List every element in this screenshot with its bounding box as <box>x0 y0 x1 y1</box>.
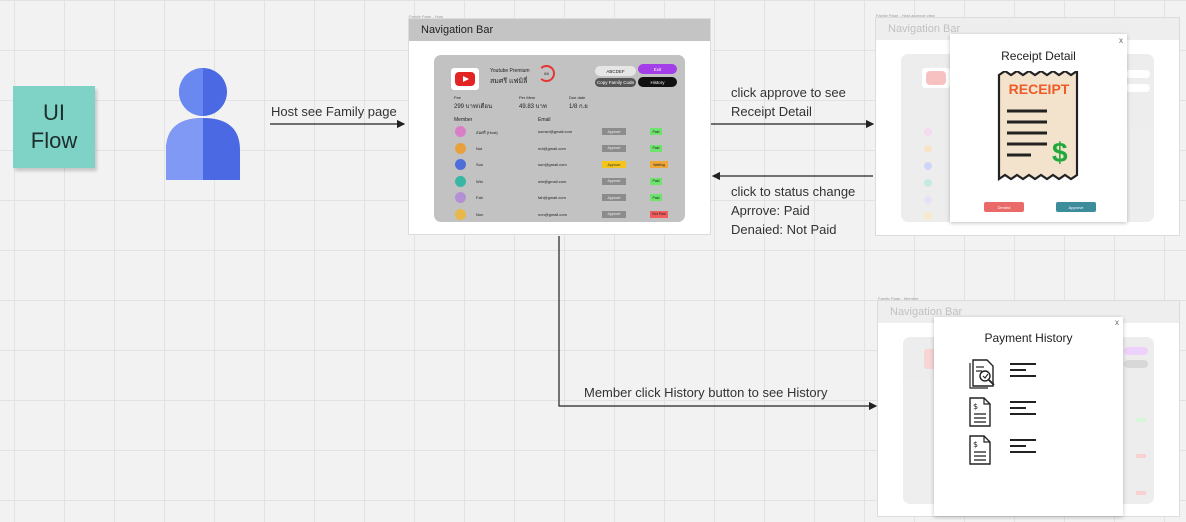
invoice-dollar-icon: $ <box>969 397 991 427</box>
invoice-dollar-icon: $ <box>969 435 991 465</box>
svg-text:$: $ <box>973 440 978 449</box>
member-count-ring: 6/6 <box>538 65 555 82</box>
status-badge[interactable]: Paid <box>650 128 662 135</box>
text-lines-icon <box>1010 363 1036 377</box>
modal-title: Payment History <box>984 331 1073 345</box>
member-row: Sun sun@gmail.com Approve Waiting <box>434 159 685 171</box>
approve-button[interactable]: Approve <box>1056 202 1096 212</box>
fee-label: Fee <box>454 95 461 100</box>
member-email: nut@gmail.com <box>538 145 566 151</box>
text-lines-icon <box>1010 401 1036 415</box>
history-button[interactable]: History <box>638 77 677 87</box>
approve-button[interactable]: Approve <box>602 144 626 152</box>
copy-family-code-button[interactable]: Copy Family Code <box>595 78 636 87</box>
due-date-value: 1/8 ก.ย <box>569 104 588 110</box>
member-name: Nut <box>476 145 483 151</box>
member-name: Fah <box>476 195 483 200</box>
nav-title: Navigation Bar <box>421 24 494 36</box>
close-icon[interactable]: x <box>1115 318 1119 327</box>
plan-name: สมศรี แฟมิลี่ <box>490 78 528 85</box>
member-row: Non non@gmail.com Approve Not Paid <box>434 208 685 221</box>
status-badge[interactable]: Paid <box>650 144 662 152</box>
status-flow-label: click to status change Aprrove: Paid Den… <box>731 184 856 237</box>
svg-text:$: $ <box>973 402 978 411</box>
close-icon[interactable]: x <box>1119 36 1123 45</box>
host-flow-label: Host see Family page <box>271 104 397 119</box>
member-header: Member <box>454 117 473 123</box>
avatar <box>455 208 466 220</box>
approve-flow-label: click approve to see Receipt Detail <box>731 85 846 119</box>
history-page-frame: Navigation Bar x Payment History $ $ <box>878 301 1179 516</box>
fee-value: 299 บาท/เดือน <box>454 104 493 110</box>
status-badge[interactable]: Waiting <box>650 161 668 168</box>
nav-bar: Navigation Bar <box>409 19 710 41</box>
dollar-icon: $ <box>1052 137 1068 168</box>
member-email: somsri@gmail.com <box>538 129 573 134</box>
denied-button[interactable]: Denied <box>984 202 1024 212</box>
per-member-label: Per Mem <box>519 95 536 100</box>
arrow-family-to-history <box>558 236 878 411</box>
exit-button[interactable]: Exit <box>638 64 677 74</box>
avatar <box>455 159 466 170</box>
status-badge[interactable]: Paid <box>650 194 662 201</box>
avatar <box>455 126 466 137</box>
due-date-label: Due date <box>569 95 586 100</box>
member-name: Sun <box>476 162 484 167</box>
modal-title: Receipt Detail <box>1001 49 1076 63</box>
avatar <box>455 175 466 187</box>
email-header: Email <box>538 117 551 123</box>
member-row: Nut nut@gmail.com Approve Paid <box>434 142 685 155</box>
approve-button[interactable]: Approve <box>602 194 626 201</box>
plan-label: Youtube Premium <box>490 68 530 74</box>
member-email: fah@gmail.com <box>538 195 566 200</box>
text-lines-icon <box>1010 439 1036 453</box>
avatar <box>455 192 466 203</box>
member-name: Win <box>476 178 483 184</box>
family-page-frame: Navigation Bar Youtube Premium สมศรี แฟม… <box>409 19 710 234</box>
payment-history-modal: x Payment History $ $ <box>934 317 1123 516</box>
approve-button[interactable]: Approve <box>602 161 626 168</box>
document-search-icon <box>969 359 995 389</box>
member-name: Non <box>476 211 484 217</box>
member-row: Win win@gmail.com Approve Paid <box>434 175 685 188</box>
member-email: sun@gmail.com <box>538 162 567 167</box>
approve-button[interactable]: Approve <box>602 210 626 218</box>
member-name: สมศรี (Host) <box>476 130 498 135</box>
approve-button[interactable]: Approve <box>602 177 626 185</box>
member-email: win@gmail.com <box>538 178 567 184</box>
receipt-page-frame: Navigation Bar x Receipt Detail RECEIPT … <box>876 18 1179 235</box>
avatar <box>455 142 466 154</box>
approve-button[interactable]: Approve <box>602 128 626 135</box>
youtube-logo-icon <box>451 68 479 90</box>
member-row: Fah fah@gmail.com Approve Paid <box>434 192 685 204</box>
status-badge[interactable]: Not Paid <box>650 210 668 218</box>
receipt-detail-modal: x Receipt Detail RECEIPT $ Denied Approv… <box>950 34 1127 222</box>
per-member-value: 49.83 บาท <box>519 104 547 110</box>
family-code: ABCDEF <box>595 66 636 76</box>
family-card: Youtube Premium สมศรี แฟมิลี่ 6/6 ABCDEF… <box>434 55 685 222</box>
history-flow-label: Member click History button to see Histo… <box>584 385 828 400</box>
receipt-word: RECEIPT <box>1008 81 1070 97</box>
member-email: non@gmail.com <box>538 211 567 217</box>
member-row: สมศรี (Host) somsri@gmail.com Approve Paid <box>434 126 685 138</box>
status-badge[interactable]: Paid <box>650 177 662 185</box>
